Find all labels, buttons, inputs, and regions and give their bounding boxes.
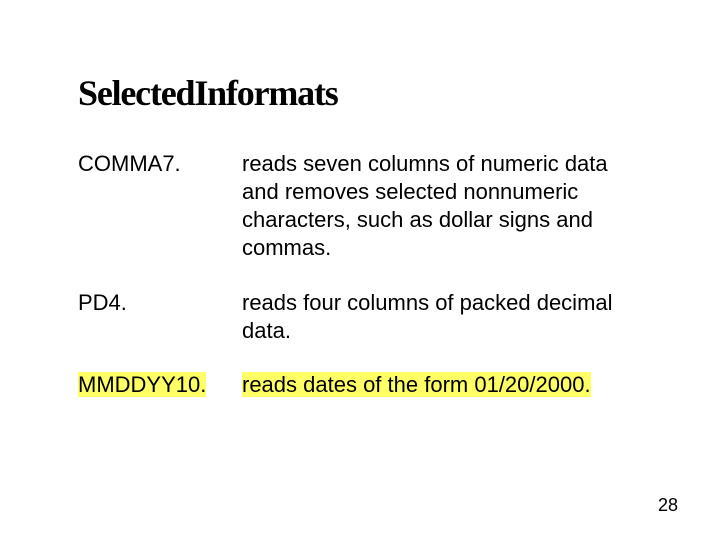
highlight: MMDDYY10. bbox=[78, 372, 206, 397]
page-number: 28 bbox=[658, 495, 678, 516]
slide-title: SelectedInformats bbox=[78, 72, 642, 114]
title-word-2: Informats bbox=[194, 73, 337, 113]
informat-desc: reads dates of the form 01/20/2000. bbox=[242, 371, 642, 399]
informat-row: PD4. reads four columns of packed decima… bbox=[78, 289, 642, 345]
highlight: reads dates of the form 01/20/2000. bbox=[242, 372, 591, 397]
informat-term: MMDDYY10. bbox=[78, 371, 242, 399]
informat-term: COMMA7. bbox=[78, 150, 242, 178]
informat-row: COMMA7. reads seven columns of numeric d… bbox=[78, 150, 642, 263]
informat-desc: reads seven columns of numeric data and … bbox=[242, 150, 642, 263]
slide: SelectedInformats COMMA7. reads seven co… bbox=[0, 0, 720, 540]
informat-term: PD4. bbox=[78, 289, 242, 317]
title-word-1: Selected bbox=[78, 73, 194, 113]
informat-row: MMDDYY10. reads dates of the form 01/20/… bbox=[78, 371, 642, 399]
informat-desc: reads four columns of packed decimal dat… bbox=[242, 289, 642, 345]
